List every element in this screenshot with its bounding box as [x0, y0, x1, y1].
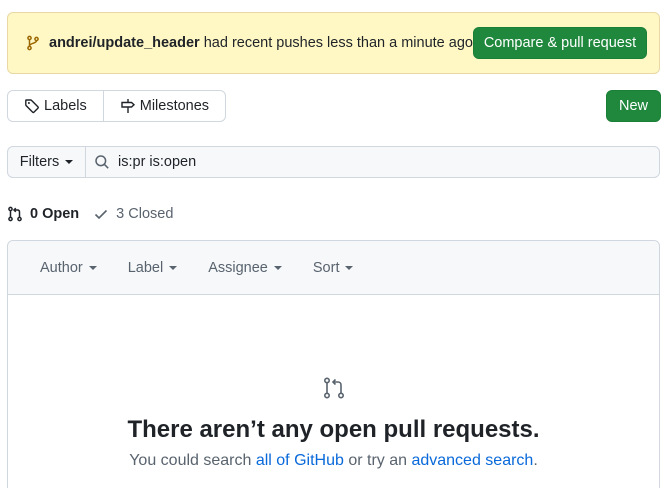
- blankslate-text-middle: or try an: [343, 452, 412, 469]
- caret-down-icon: [88, 265, 97, 270]
- caret-down-icon: [169, 265, 178, 270]
- filters-label: Filters: [19, 154, 60, 170]
- label-label: Label: [127, 259, 164, 276]
- banner-text: had recent pushes less than a minute ago: [203, 35, 473, 51]
- pr-list-header: Author Label Assignee Sort: [8, 241, 659, 295]
- caret-down-icon: [345, 265, 354, 270]
- recent-push-banner: andrei/update_header had recent pushes l…: [7, 12, 660, 74]
- search-icon: [95, 155, 109, 169]
- git-pull-request-icon: [8, 206, 22, 222]
- caret-down-icon: [273, 265, 282, 270]
- compare-pull-request-button[interactable]: Compare & pull request: [472, 27, 647, 59]
- closed-prs-tab[interactable]: 3 Closed: [93, 206, 173, 222]
- search-box: [86, 147, 659, 177]
- git-branch-icon: [25, 35, 41, 51]
- banner-message: andrei/update_header had recent pushes l…: [49, 35, 473, 51]
- assignee-label: Assignee: [208, 259, 268, 276]
- labels-label: Labels: [44, 98, 87, 114]
- milestones-label: Milestones: [139, 98, 210, 114]
- sort-filter[interactable]: Sort: [313, 260, 354, 276]
- open-prs-tab[interactable]: 0 Open: [7, 206, 79, 222]
- blankslate-text-before: You could search: [129, 452, 256, 469]
- caret-down-icon: [65, 160, 74, 164]
- blankslate: There aren’t any open pull requests. You…: [8, 376, 659, 470]
- blankslate-text: You could search all of GitHub or try an…: [8, 452, 659, 470]
- open-count-label: 0 Open: [30, 206, 80, 222]
- branch-name[interactable]: andrei/update_header: [49, 35, 200, 51]
- blankslate-title: There aren’t any open pull requests.: [127, 416, 540, 443]
- blankslate-text-after: .: [533, 452, 538, 469]
- new-pull-request-button[interactable]: New: [606, 90, 661, 122]
- milestones-link[interactable]: Milestones: [102, 91, 225, 121]
- pr-list-box: Author Label Assignee Sort There aren’t …: [7, 240, 660, 488]
- advanced-search-link[interactable]: advanced search: [411, 452, 533, 469]
- filters-dropdown[interactable]: Filters: [8, 147, 86, 177]
- search-all-github-link[interactable]: all of GitHub: [256, 452, 344, 469]
- label-filter[interactable]: Label: [127, 259, 178, 276]
- labels-milestones-nav: Labels Milestones: [7, 90, 227, 122]
- author-filter[interactable]: Author: [40, 260, 97, 276]
- milestone-icon: [121, 99, 135, 113]
- closed-count-label: 3 Closed: [116, 206, 174, 222]
- search-input[interactable]: [118, 154, 618, 170]
- tag-icon: [25, 99, 39, 114]
- filter-bar: Filters: [7, 146, 660, 178]
- sort-label: Sort: [312, 259, 340, 276]
- pr-state-tabs: 0 Open 3 Closed: [7, 203, 173, 225]
- git-pull-request-icon: [323, 377, 344, 399]
- assignee-filter[interactable]: Assignee: [208, 260, 282, 276]
- author-label: Author: [40, 259, 83, 276]
- labels-link[interactable]: Labels: [8, 91, 103, 121]
- check-icon: [95, 209, 108, 220]
